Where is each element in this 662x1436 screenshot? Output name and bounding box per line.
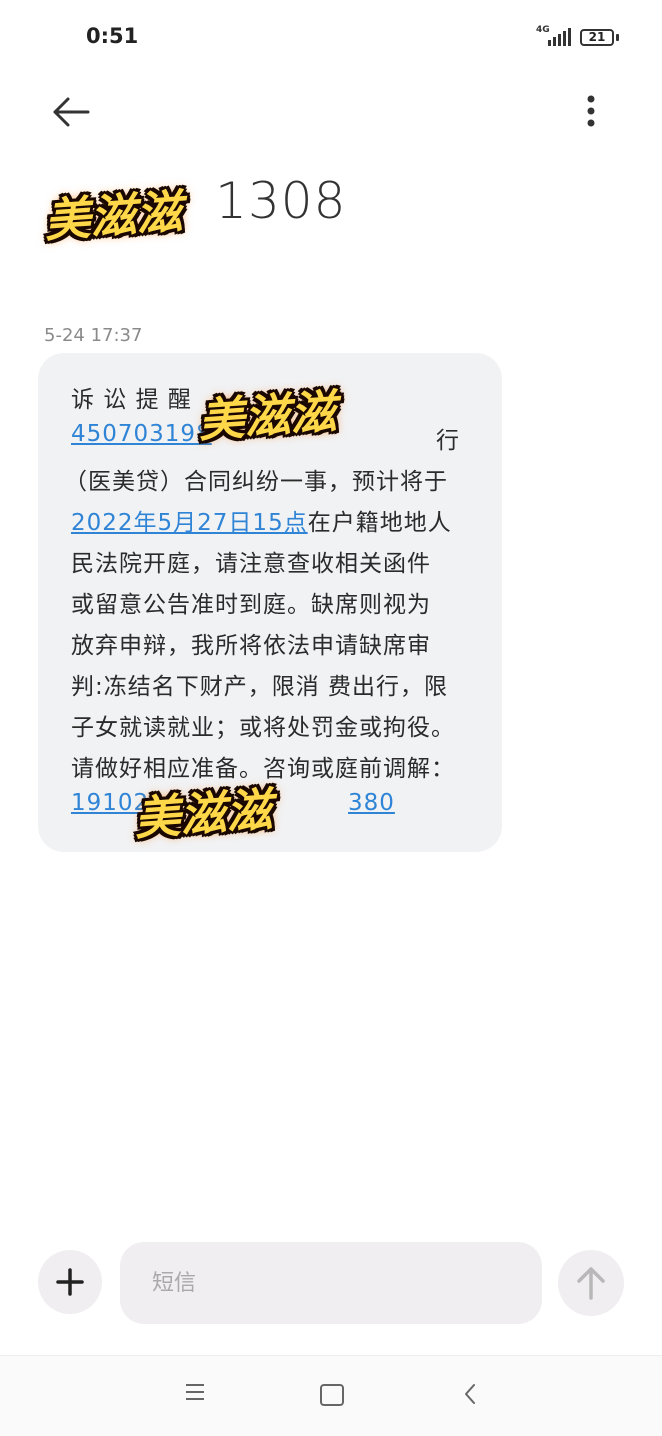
watermark-sticker: 美滋滋: [196, 375, 338, 450]
message-line-8: 判:冻结名下财产，限消 费出行，限: [71, 674, 449, 700]
watermark-sticker: 美滋滋: [42, 175, 184, 250]
battery-tip: [616, 34, 619, 41]
message-line-7: 放弃申辩，我所将依法申请缺席审: [71, 633, 431, 659]
menu-icon[interactable]: [184, 1382, 206, 1402]
back-button[interactable]: [50, 90, 94, 134]
date-link[interactable]: 2022年5月27日15点: [71, 510, 308, 536]
arrow-up-icon: [577, 1267, 605, 1300]
message-line-4: 2022年5月27日15点在户籍地地人: [71, 510, 452, 536]
status-time: 0:51: [86, 24, 139, 48]
message-line-1: 诉 讼 提 醒: [71, 387, 192, 413]
id-number-link[interactable]: 450703198: [71, 421, 212, 447]
more-vertical-icon: [587, 95, 595, 127]
message-line-11-tail: 380: [348, 790, 395, 816]
message-line-2-tail: 行: [436, 428, 460, 454]
plus-icon: [56, 1268, 84, 1296]
battery-level: 21: [588, 30, 606, 44]
signal-icon: [548, 28, 571, 46]
chevron-left-icon[interactable]: [462, 1382, 478, 1406]
watermark-sticker: 美滋滋: [132, 773, 274, 848]
message-line-3: （医美贷）合同纠纷一事，预计将于: [64, 469, 448, 495]
more-options-button[interactable]: [570, 90, 614, 134]
message-line-6: 或留意公告准时到庭。缺席则视为: [71, 592, 431, 618]
battery-icon: 21: [580, 29, 614, 46]
send-button[interactable]: [558, 1250, 624, 1316]
arrow-left-icon: [53, 97, 90, 127]
phone-link-end[interactable]: 380: [348, 790, 395, 816]
message-timestamp: 5-24 17:37: [44, 325, 143, 346]
message-input[interactable]: [120, 1242, 542, 1324]
message-line-9: 子女就读就业；或将处罚金或拘役。: [71, 715, 455, 741]
home-button[interactable]: [320, 1384, 344, 1406]
message-line-5: 民法院开庭，请注意查收相关函件: [71, 551, 431, 577]
status-bar: 0:51 4G 21: [0, 0, 662, 76]
add-attachment-button[interactable]: [38, 1250, 102, 1314]
message-line-2: 450703198: [71, 421, 212, 447]
